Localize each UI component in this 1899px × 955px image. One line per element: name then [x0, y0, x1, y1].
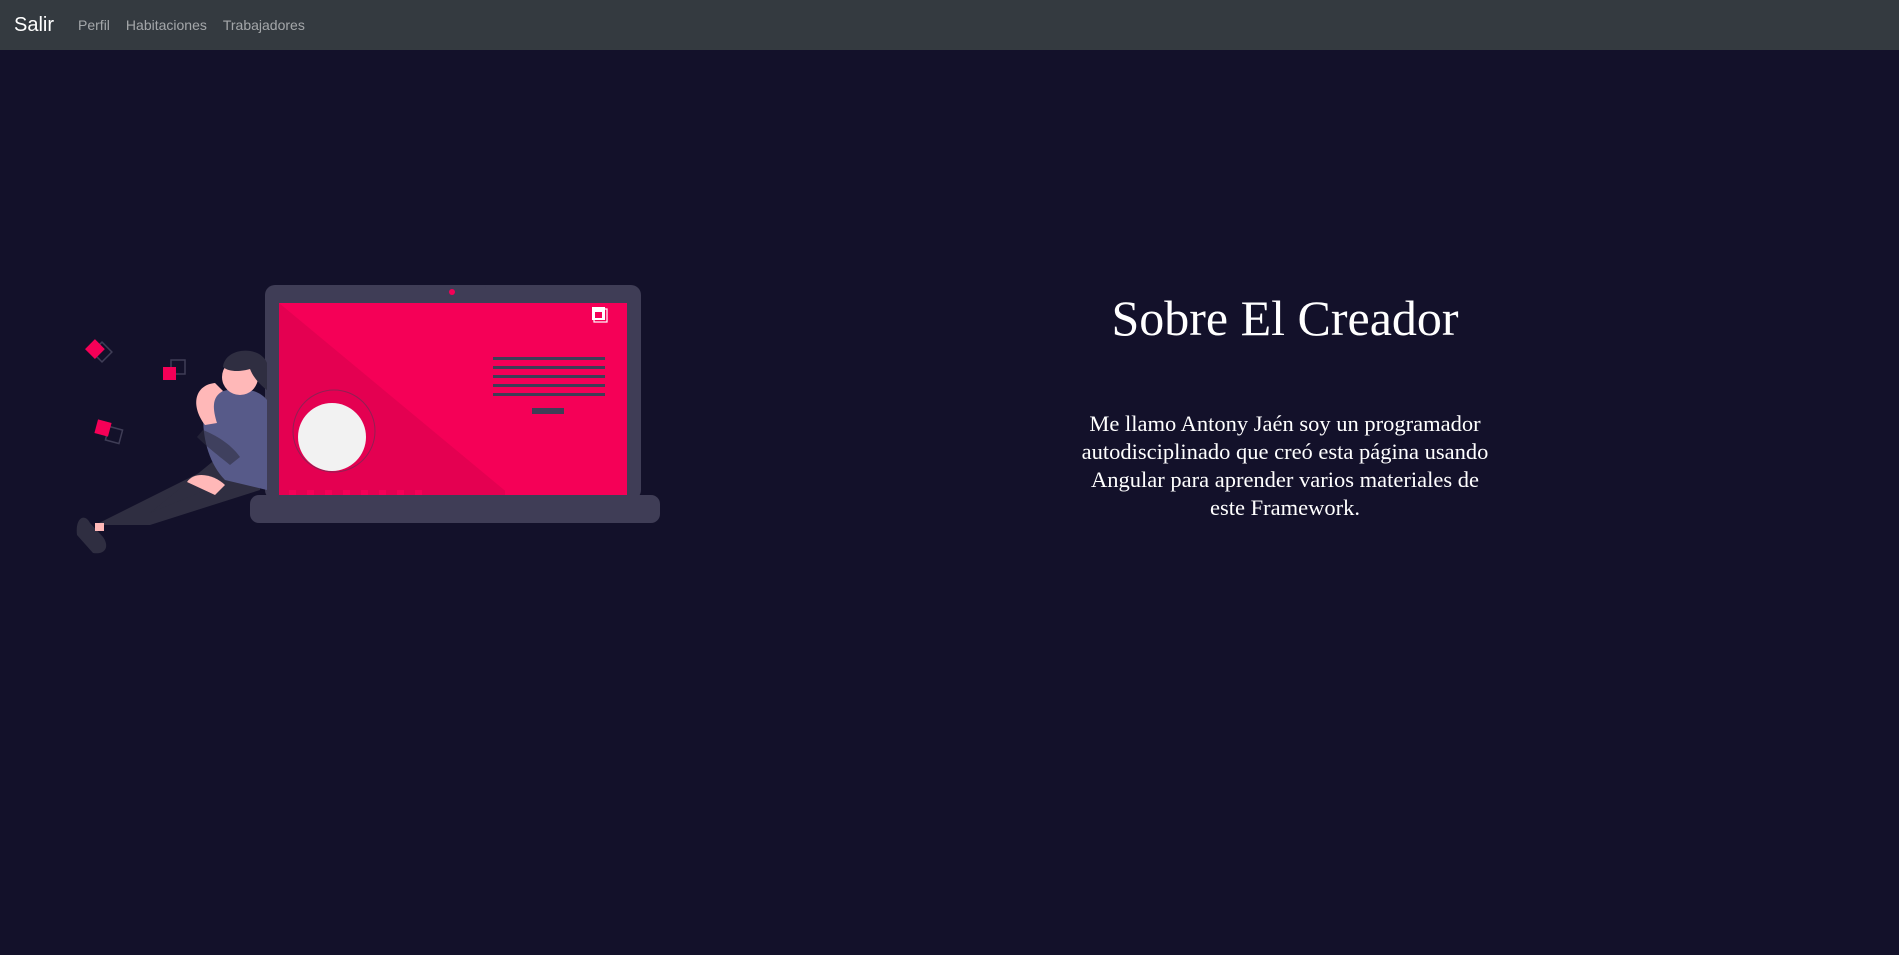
- top-navbar: Salir Perfil Habitaciones Trabajadores: [0, 0, 1899, 50]
- main-content: Sobre El Creador Me llamo Antony Jaén so…: [0, 50, 1899, 955]
- about-title: Sobre El Creador: [1111, 290, 1459, 346]
- laptop-person-illustration: [76, 282, 660, 554]
- nav-link-habitaciones[interactable]: Habitaciones: [126, 17, 207, 33]
- nav-link-trabajadores[interactable]: Trabajadores: [223, 17, 305, 33]
- person-figure: [76, 350, 267, 554]
- decorative-squares: [85, 339, 186, 445]
- about-section: Sobre El Creador Me llamo Antony Jaén so…: [1055, 288, 1515, 522]
- brand-logout-link[interactable]: Salir: [14, 14, 54, 37]
- laptop: [250, 282, 660, 523]
- about-description: Me llamo Antony Jaén soy un programador …: [1081, 411, 1489, 520]
- nav-link-perfil[interactable]: Perfil: [78, 17, 110, 33]
- creator-illustration: [55, 282, 675, 605]
